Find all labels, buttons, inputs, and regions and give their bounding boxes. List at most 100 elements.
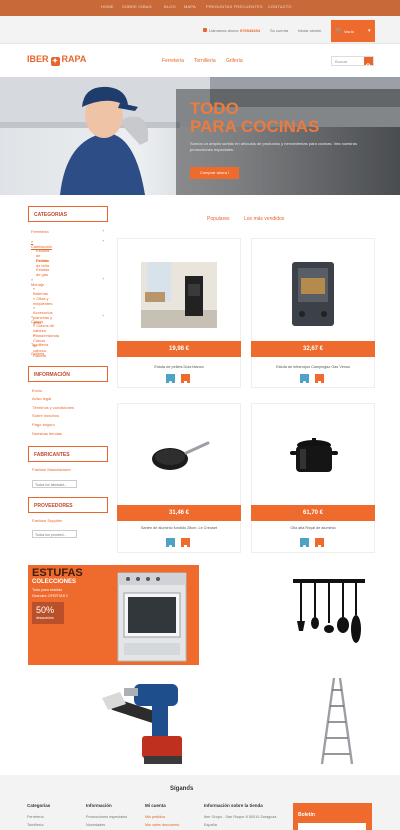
category-item[interactable]: Estufas de gas — [36, 267, 49, 277]
product-image-gas-heater — [292, 262, 334, 326]
product-image-pot — [290, 438, 338, 472]
search-button[interactable] — [364, 57, 373, 69]
phone-icon — [203, 28, 207, 32]
utensil-rack-image — [293, 579, 365, 643]
search-icon — [365, 63, 371, 69]
eye-icon — [169, 381, 172, 384]
footer-col-store: Información sobre la tienda — [204, 803, 263, 808]
discount-value: 50% — [36, 605, 55, 615]
cart-icon — [318, 545, 321, 548]
eye-icon — [303, 381, 306, 384]
tab-bestsellers[interactable]: Los más vendidos — [244, 216, 284, 222]
topnav-map[interactable]: MAPA — [184, 4, 196, 9]
topnav-blog[interactable]: BLOG — [164, 4, 176, 9]
view-button[interactable] — [166, 374, 175, 384]
category-item[interactable]: » Baterías — [33, 286, 48, 296]
category-item[interactable]: Grifería — [31, 351, 44, 356]
promo-line1: Todo para estufas — [32, 588, 63, 592]
topnav-home[interactable]: HOME — [101, 4, 114, 9]
login-link[interactable]: Iniciar sesión — [298, 28, 321, 33]
nav-tornilleria[interactable]: Tornillería — [194, 58, 216, 64]
suppliers-select[interactable]: Todos los proveed... — [32, 530, 77, 538]
store-address: Iber Grupo - San Roque 8 50010 Zaragoza — [204, 815, 277, 819]
view-button[interactable] — [300, 538, 309, 548]
newsletter-input[interactable] — [298, 823, 366, 830]
info-header: INFORMACIÓN — [28, 366, 108, 382]
suppliers-header: PROVEEDORES — [28, 497, 108, 513]
promo-subtitle: COLECCIONES — [32, 579, 77, 585]
add-to-cart-button[interactable] — [315, 538, 324, 548]
product-price: 19,98 € — [117, 341, 241, 357]
footer-col-account: Mi cuenta — [145, 803, 166, 808]
newsletter-box: Boletín — [293, 803, 372, 830]
topnav-about[interactable]: SOBRE IGBAG — [122, 4, 152, 9]
account-link[interactable]: Su cuenta — [270, 28, 288, 33]
logo-mark-icon: ✦ — [50, 57, 60, 66]
footer-col-categories: Categorías — [27, 803, 51, 808]
cart-button[interactable]: 🛒 Vacío ▾ — [331, 20, 375, 42]
phone-info: Llámanos ahora: 976543454 — [203, 28, 260, 33]
promo-banner[interactable]: ESTUFAS COLECCIONES Todo para estufas Gr… — [28, 565, 199, 665]
site-logo[interactable]: IBER ✦ RAPA — [27, 54, 86, 66]
category-toggle[interactable]: + — [102, 228, 104, 233]
topnav-faq[interactable]: PREGUNTAS FRECUENTES — [206, 4, 263, 9]
info-link[interactable]: Pago seguro — [32, 422, 55, 427]
newsletter-title: Boletín — [298, 812, 315, 818]
brands-select[interactable]: Todos los fabricant... — [32, 480, 77, 488]
product-image-pellet-stove — [141, 262, 217, 328]
discount-badge: 50% descuentos — [32, 602, 64, 624]
info-link[interactable]: Envío — [32, 388, 42, 393]
hero-title: TODO PARA COCINAS — [190, 99, 320, 136]
product-name[interactable]: Sartén de aluminio fundido 28cm. Le Creu… — [117, 526, 241, 530]
facebook-icon[interactable]: f — [188, 785, 190, 792]
info-link[interactable]: Términos y condiciones — [32, 405, 74, 410]
product-image-frying-pan — [152, 441, 210, 470]
footer-link[interactable]: Mis pedidos — [145, 815, 165, 819]
nav-griferia[interactable]: Grifería — [226, 58, 243, 64]
topnav-contact[interactable]: CONTACTO — [268, 4, 292, 9]
add-to-cart-button[interactable] — [315, 374, 324, 384]
category-toggle[interactable]: + — [102, 276, 104, 281]
cart-icon — [318, 381, 321, 384]
footer-link[interactable]: Promociones especiales — [86, 815, 127, 819]
footer-link[interactable]: Mis vales descuento — [145, 823, 179, 827]
view-button[interactable] — [300, 374, 309, 384]
add-to-cart-button[interactable] — [181, 538, 190, 548]
add-to-cart-button[interactable] — [181, 374, 190, 384]
footer-link[interactable]: Tornillería — [27, 823, 43, 827]
product-name[interactable]: Estufa de infrarrojos Campingaz Gas Venu… — [251, 365, 375, 369]
view-button[interactable] — [166, 538, 175, 548]
cart-icon — [184, 545, 187, 548]
drill-hammer-image — [102, 684, 182, 764]
store-country: España — [204, 823, 217, 827]
info-link[interactable]: Aviso legal — [32, 396, 51, 401]
promo-line2: Grandes OFERTAS !! — [32, 594, 69, 598]
nav-ferreteria[interactable]: Ferretería — [162, 58, 184, 64]
footer-col-info: Información — [86, 803, 112, 808]
tab-popular[interactable]: Populares — [207, 216, 230, 222]
cart-icon — [184, 381, 187, 384]
footer-link[interactable]: Novedades — [86, 823, 105, 827]
hero-description: Somos un amplio surtido en artículos de … — [190, 141, 357, 152]
search-input[interactable]: Buscar — [331, 56, 374, 69]
top-nav-bar: HOME SOBRE IGBAG BLOG MAPA PREGUNTAS FRE… — [0, 0, 400, 16]
category-toggle[interactable]: + — [102, 313, 104, 318]
brand-link[interactable]: Fashion Manufacturer — [32, 467, 71, 472]
product-card[interactable] — [117, 403, 241, 553]
hero-cta-button[interactable]: Comprar ahora ! — [190, 167, 239, 179]
category-toggle[interactable]: + — [102, 238, 104, 243]
category-item[interactable]: Ferretería — [31, 229, 49, 234]
eye-icon — [303, 545, 306, 548]
info-link[interactable]: Sobre nosotros — [32, 413, 59, 418]
product-price: 31,46 € — [117, 505, 241, 521]
chevron-down-icon: ▾ — [368, 28, 371, 34]
product-name[interactable]: Estufa de pellets Dola blanca — [117, 365, 241, 369]
cart-icon: 🛒 — [335, 28, 343, 34]
supplier-link[interactable]: Fashion Supplier — [32, 518, 62, 523]
product-name[interactable]: Olla alta Royal de aluminio — [251, 526, 375, 530]
phone-number: 976543454 — [239, 28, 260, 33]
footer-link[interactable]: Ferretería — [27, 815, 44, 819]
product-price: 32,67 € — [251, 341, 375, 357]
info-link[interactable]: Nuestras tiendas — [32, 431, 62, 436]
category-item[interactable]: Tornillería — [31, 342, 48, 347]
